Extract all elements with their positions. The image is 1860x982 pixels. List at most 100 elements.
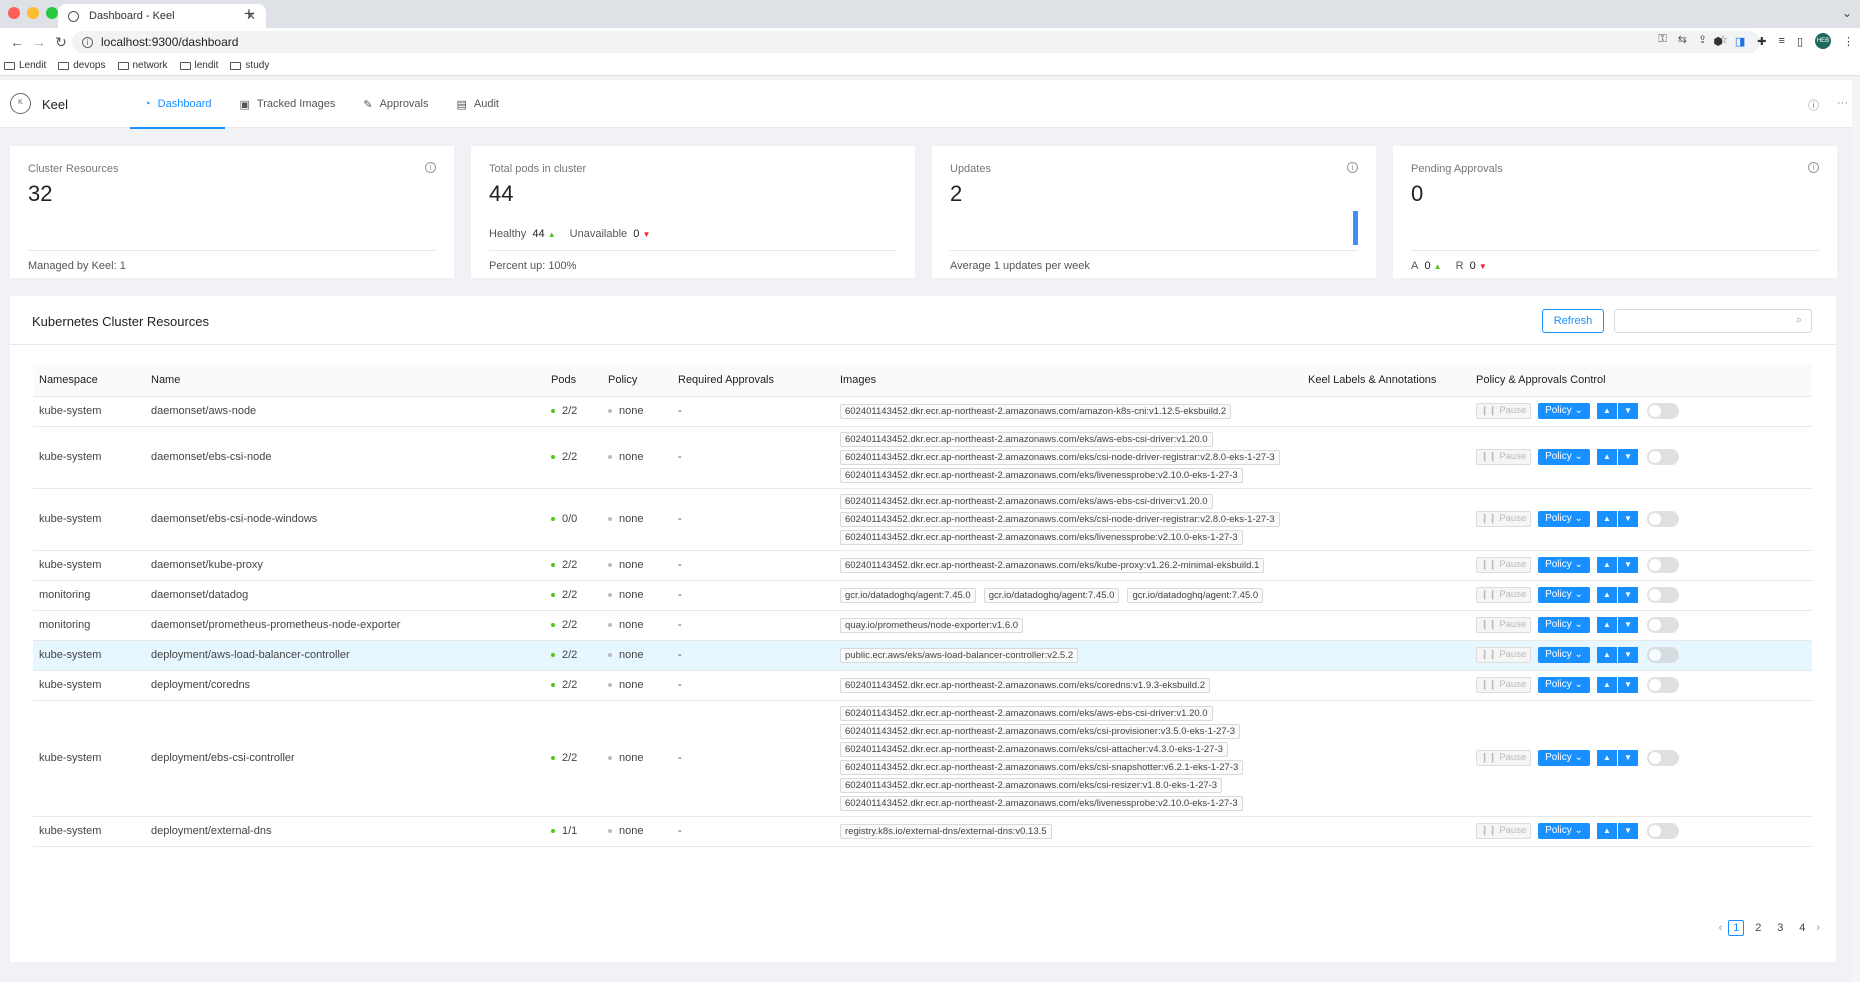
chevron-up-icon[interactable]: ▲ [1597, 617, 1617, 633]
page-scrollbar[interactable] [1852, 80, 1860, 982]
tab-search-icon[interactable]: ⌄ [1842, 6, 1852, 20]
pause-button[interactable]: ❙❙ Pause [1476, 511, 1531, 527]
policy-dropdown-button[interactable]: Policy ⌄ [1538, 677, 1590, 693]
policy-dropdown-button[interactable]: Policy ⌄ [1538, 449, 1590, 465]
pause-button[interactable]: ❙❙ Pause [1476, 750, 1531, 766]
table-row[interactable]: kube-system daemonset/ebs-csi-node-window… [33, 488, 1812, 551]
policy-dropdown-button[interactable]: Policy ⌄ [1538, 587, 1590, 603]
maximize-window-button[interactable] [46, 7, 58, 19]
table-row[interactable]: monitoring daemonset/prometheus-prometheu… [33, 610, 1812, 641]
menu-item-audit[interactable]: ▤ Audit [443, 80, 513, 128]
chevron-up-icon[interactable]: ▲ [1597, 557, 1617, 573]
approval-toggle[interactable] [1647, 617, 1679, 633]
column-header[interactable]: Name [145, 364, 545, 397]
table-row[interactable]: kube-system deployment/external-dns 1/1 non… [33, 816, 1812, 847]
bookmark-folder[interactable]: devops [58, 60, 106, 71]
approval-toggle[interactable] [1647, 677, 1679, 693]
help-icon[interactable]: ⓘ [1808, 97, 1819, 113]
pause-button[interactable]: ❙❙ Pause [1476, 617, 1531, 633]
menu-item-tracked-images[interactable]: ▣ Tracked Images [225, 80, 349, 128]
pause-button[interactable]: ❙❙ Pause [1476, 587, 1531, 603]
policy-dropdown-button[interactable]: Policy ⌄ [1538, 403, 1590, 419]
table-row[interactable]: kube-system daemonset/aws-node 2/2 none -602… [33, 396, 1812, 427]
policy-dropdown-button[interactable]: Policy ⌄ [1538, 511, 1590, 527]
bookmark-folder[interactable]: study [230, 60, 269, 71]
browser-tab[interactable]: Dashboard - Keel ✕ [58, 4, 266, 28]
chevron-down-icon[interactable]: ▼ [1618, 750, 1638, 766]
extension-icon[interactable]: ◨ [1735, 35, 1745, 48]
page-button[interactable]: 3 [1772, 920, 1788, 936]
reading-list-icon[interactable]: ≡ [1779, 35, 1785, 47]
more-icon[interactable]: ··· [1837, 97, 1848, 113]
new-tab-button[interactable]: + [244, 4, 254, 24]
info-icon[interactable]: i [82, 36, 93, 48]
bookmark-folder[interactable]: Lendit [4, 60, 46, 71]
menu-item-dashboard[interactable]: ◔ Dashboard [130, 80, 226, 129]
column-header[interactable]: Images [834, 364, 1302, 397]
minimize-window-button[interactable] [27, 7, 39, 19]
approval-toggle[interactable] [1647, 750, 1679, 766]
chevron-down-icon[interactable]: ▼ [1618, 403, 1638, 419]
bookmark-folder[interactable]: network [117, 60, 168, 71]
more-icon[interactable]: ⋮ [1843, 35, 1854, 48]
info-icon[interactable]: i [1808, 162, 1819, 173]
column-header[interactable]: Pods [545, 364, 602, 397]
close-window-button[interactable] [8, 7, 20, 19]
chevron-down-icon[interactable]: ▼ [1618, 449, 1638, 465]
policy-dropdown-button[interactable]: Policy ⌄ [1538, 647, 1590, 663]
address-bar[interactable]: i localhost:9300/dashboard [72, 31, 1760, 53]
back-icon[interactable]: ← [6, 34, 28, 50]
pause-button[interactable]: ❙❙ Pause [1476, 449, 1531, 465]
table-row[interactable]: kube-system deployment/aws-load-balancer-… [33, 640, 1812, 671]
pause-button[interactable]: ❙❙ Pause [1476, 647, 1531, 663]
bookmark-folder[interactable]: lendit [179, 60, 218, 71]
column-header[interactable]: Namespace [33, 364, 145, 397]
forward-icon[interactable]: → [28, 34, 50, 50]
chevron-up-icon[interactable]: ▲ [1597, 511, 1617, 527]
extension-icon[interactable]: ⬢ [1713, 35, 1723, 48]
chevron-up-icon[interactable]: ▲ [1597, 750, 1617, 766]
info-icon[interactable]: i [425, 162, 436, 173]
share-icon[interactable]: ⇪ [1698, 33, 1707, 46]
table-row[interactable]: kube-system daemonset/kube-proxy 2/2 none -6… [33, 550, 1812, 581]
policy-dropdown-button[interactable]: Policy ⌄ [1538, 617, 1590, 633]
translate-icon[interactable]: ⇆ [1678, 33, 1687, 46]
chevron-right-icon[interactable]: › [1816, 922, 1820, 934]
info-icon[interactable]: i [1347, 162, 1358, 173]
chevron-down-icon[interactable]: ▼ [1618, 617, 1638, 633]
menu-item-approvals[interactable]: ✎ Approvals [349, 80, 442, 128]
column-header[interactable]: Policy & Approvals Control [1470, 364, 1812, 397]
pause-button[interactable]: ❙❙ Pause [1476, 557, 1531, 573]
pause-button[interactable]: ❙❙ Pause [1476, 823, 1531, 839]
approval-toggle[interactable] [1647, 449, 1679, 465]
approval-toggle[interactable] [1647, 557, 1679, 573]
chevron-down-icon[interactable]: ▼ [1618, 587, 1638, 603]
table-row[interactable]: kube-system daemonset/ebs-csi-node 2/2 none… [33, 426, 1812, 489]
pause-button[interactable]: ❙❙ Pause [1476, 403, 1531, 419]
approval-toggle[interactable] [1647, 587, 1679, 603]
chevron-up-icon[interactable]: ▲ [1597, 449, 1617, 465]
approval-toggle[interactable] [1647, 511, 1679, 527]
side-panel-icon[interactable]: ▯ [1797, 35, 1803, 48]
chevron-up-icon[interactable]: ▲ [1597, 587, 1617, 603]
chevron-down-icon[interactable]: ▼ [1618, 677, 1638, 693]
policy-dropdown-button[interactable]: Policy ⌄ [1538, 750, 1590, 766]
column-header[interactable]: Required Approvals [672, 364, 834, 397]
page-button[interactable]: 1 [1728, 920, 1745, 936]
puzzle-icon[interactable]: ✚ [1757, 35, 1766, 48]
search-input[interactable]: ⌕ [1614, 309, 1812, 333]
approval-toggle[interactable] [1647, 647, 1679, 663]
page-button[interactable]: 2 [1750, 920, 1766, 936]
table-row[interactable]: kube-system deployment/coredns 2/2 none -602… [33, 670, 1812, 701]
page-button[interactable]: 4 [1794, 920, 1810, 936]
column-header[interactable]: Keel Labels & Annotations [1302, 364, 1470, 397]
chevron-up-icon[interactable]: ▲ [1597, 403, 1617, 419]
approval-toggle[interactable] [1647, 403, 1679, 419]
key-icon[interactable]: ⚿ [1658, 33, 1666, 46]
policy-dropdown-button[interactable]: Policy ⌄ [1538, 557, 1590, 573]
chevron-down-icon[interactable]: ▼ [1618, 823, 1638, 839]
approval-toggle[interactable] [1647, 823, 1679, 839]
table-row[interactable]: kube-system deployment/ebs-csi-controller… [33, 700, 1812, 817]
policy-dropdown-button[interactable]: Policy ⌄ [1538, 823, 1590, 839]
reload-icon[interactable]: ↻ [50, 34, 72, 51]
